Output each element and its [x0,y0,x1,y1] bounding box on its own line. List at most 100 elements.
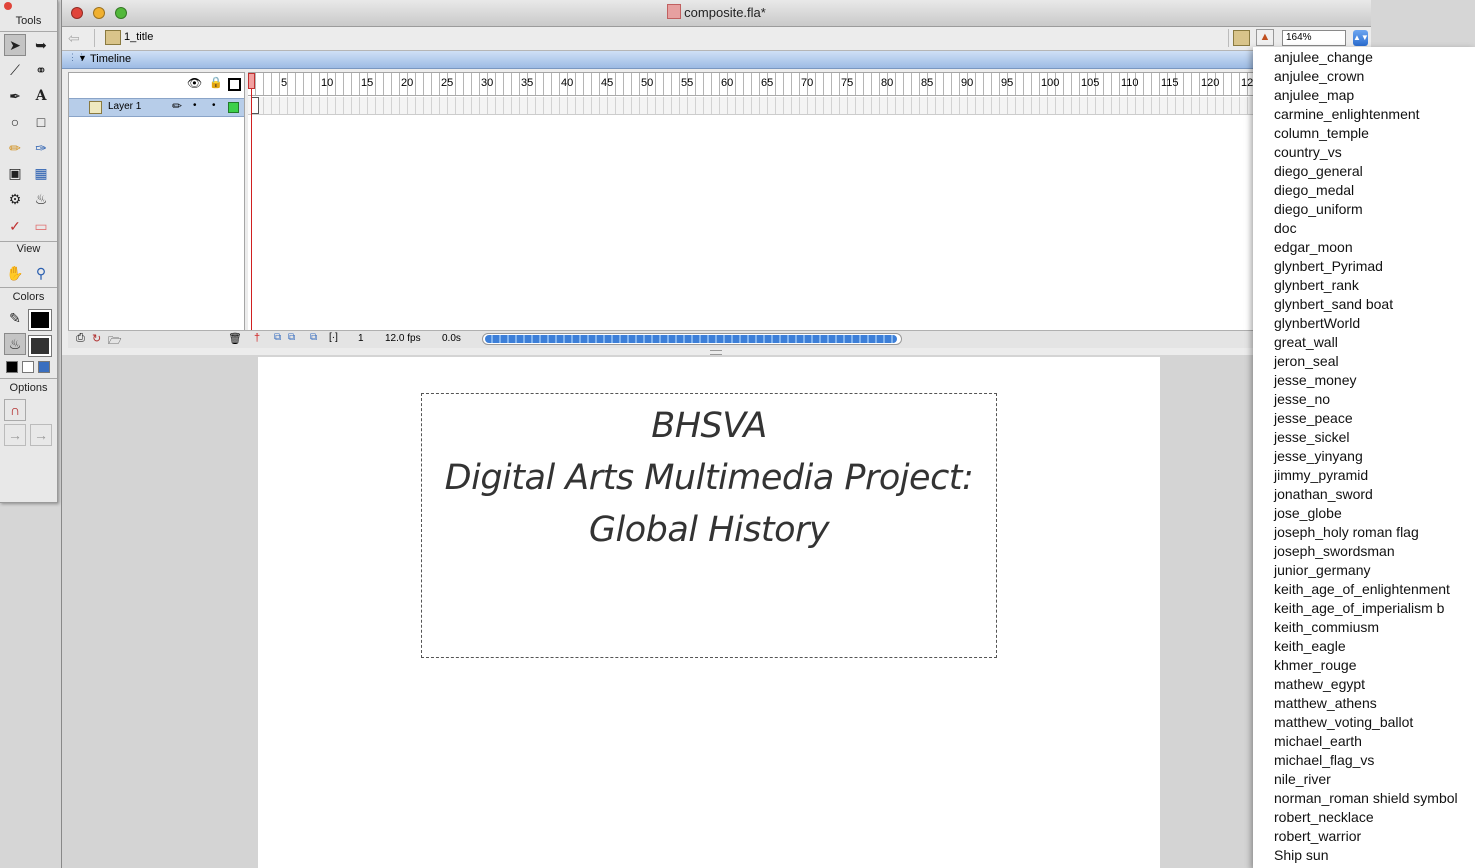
dropdown-item[interactable]: Ship sun [1253,846,1475,865]
playhead-icon[interactable] [248,73,255,89]
panel-close-icon[interactable] [4,2,12,10]
dropdown-item[interactable]: great_wall [1253,333,1475,352]
dropdown-item[interactable]: glynbert_sand boat [1253,295,1475,314]
edit-multiple-frames-icon[interactable]: ⧉ [310,332,317,343]
outline-color-swatch[interactable] [228,102,239,113]
timeline-header[interactable]: ⋮⋮ ▼ Timeline [62,51,1371,69]
zoom-tool-icon[interactable]: ⚲ [30,262,52,284]
onion-skin-icon[interactable]: ⧉ [274,332,281,343]
zoom-dropdown-icon[interactable]: ▲▼ [1353,30,1369,46]
layer-name[interactable]: Layer 1 [108,101,141,112]
dropdown-item[interactable]: jesse_peace [1253,409,1475,428]
dropdown-item[interactable]: country_vs [1253,143,1475,162]
layer-row[interactable]: Layer 1 ✏ • • [69,98,244,117]
edit-scene-icon[interactable] [1233,30,1250,46]
line-tool-icon[interactable]: ⟋ [4,59,26,81]
free-transform-tool-icon[interactable]: ▣ [4,162,26,184]
title-text-box[interactable]: BHSVA Digital Arts Multimedia Project: G… [421,393,997,658]
scene-name[interactable]: 1_title [124,31,153,43]
dropdown-item[interactable]: matthew_athens [1253,694,1475,713]
delete-layer-icon[interactable]: 🗑 [228,332,242,345]
dropdown-item[interactable]: column_temple [1253,124,1475,143]
dropdown-item[interactable]: matthew_voting_ballot [1253,713,1475,732]
dropdown-item[interactable]: keith_age_of_imperialism b [1253,599,1475,618]
dropdown-item[interactable]: junior_germany [1253,561,1475,580]
dropdown-item[interactable]: robert_warrior [1253,827,1475,846]
keyframe-icon[interactable] [251,97,259,114]
dropdown-item[interactable]: michael_flag_vs [1253,751,1475,770]
scrollbar-thumb[interactable] [485,335,897,343]
dropdown-item[interactable]: jimmy_pyramid [1253,466,1475,485]
pencil-tool-icon[interactable]: ✏ [4,137,26,159]
dropdown-item[interactable]: jesse_yinyang [1253,447,1475,466]
hand-tool-icon[interactable]: ✋ [4,262,26,284]
modify-onion-markers-icon[interactable]: [·] [329,332,338,343]
pen-tool-icon[interactable]: ✒ [4,85,26,107]
eraser-tool-icon[interactable]: ▭ [30,215,52,237]
add-motion-guide-icon[interactable]: ↻ [92,332,101,345]
dropdown-item[interactable]: anjulee_change [1253,48,1475,67]
ink-bottle-tool-icon[interactable]: ⚙ [4,188,26,210]
smooth-icon[interactable]: → [4,424,26,446]
visible-dot[interactable]: • [193,100,197,111]
dropdown-item[interactable]: joseph_holy roman flag [1253,523,1475,542]
frame-row[interactable] [248,97,1371,115]
dropdown-item[interactable]: michael_earth [1253,732,1475,751]
text-tool-icon[interactable]: A [30,85,52,107]
insert-layer-icon[interactable]: ⎙ [76,332,85,345]
dropdown-item[interactable]: jesse_no [1253,390,1475,409]
dropdown-item[interactable]: jeron_seal [1253,352,1475,371]
symbol-dropdown-list[interactable]: anjulee_change anjulee_crown anjulee_map ca… [1253,47,1475,868]
lock-dot[interactable]: • [212,100,216,111]
dropdown-item[interactable]: jesse_sickel [1253,428,1475,447]
black-white-icon[interactable] [6,361,18,373]
no-color-icon[interactable] [22,361,34,373]
dropdown-item[interactable]: carmine_enlightenment [1253,105,1475,124]
fill-color-swatch[interactable] [28,335,52,357]
rectangle-tool-icon[interactable]: □ [30,111,52,133]
selection-tool-icon[interactable]: ➤ [4,34,26,56]
frame-rate[interactable]: 12.0 fps [385,333,421,344]
horizontal-scrollbar[interactable] [482,333,902,345]
dropdown-item[interactable]: diego_medal [1253,181,1475,200]
dropdown-item[interactable]: norman_roman shield symbol [1253,789,1475,808]
stroke-color-swatch[interactable] [28,309,52,331]
outline-icon[interactable] [228,78,241,91]
dropdown-item[interactable]: joseph_swordsman [1253,542,1475,561]
eyedropper-tool-icon[interactable]: ✓ [4,215,26,237]
dropdown-item[interactable]: keith_eagle [1253,637,1475,656]
dropdown-item[interactable]: glynbertWorld [1253,314,1475,333]
dropdown-item[interactable]: anjulee_crown [1253,67,1475,86]
dropdown-item[interactable]: edgar_moon [1253,238,1475,257]
lock-icon[interactable]: 🔒 [209,76,223,89]
dropdown-item[interactable]: jose_globe [1253,504,1475,523]
stage[interactable]: BHSVA Digital Arts Multimedia Project: G… [258,357,1160,868]
dropdown-item[interactable]: diego_uniform [1253,200,1475,219]
lasso-tool-icon[interactable]: ⚭ [30,59,52,81]
dropdown-item[interactable]: khmer_rouge [1253,656,1475,675]
dropdown-item[interactable]: diego_general [1253,162,1475,181]
dropdown-item[interactable]: jonathan_sword [1253,485,1475,504]
dropdown-item[interactable]: nile_river [1253,770,1475,789]
onion-skin-outlines-icon[interactable]: ⧉ [288,332,295,343]
dropdown-item[interactable]: keith_age_of_enlightenment [1253,580,1475,599]
collapse-triangle-icon[interactable]: ▼ [78,53,87,63]
splitter-handle[interactable] [710,350,722,355]
insert-folder-icon[interactable]: 🗁 [108,332,122,351]
dropdown-item[interactable]: robert_necklace [1253,808,1475,827]
dropdown-item[interactable]: mathew_egypt [1253,675,1475,694]
gradient-transform-tool-icon[interactable]: ▦ [30,162,52,184]
zoom-field[interactable]: 164% [1282,30,1346,46]
dropdown-item[interactable]: glynbert_Pyrimad [1253,257,1475,276]
subselection-tool-icon[interactable]: ➥ [30,34,52,56]
edit-symbols-icon[interactable]: ▲ [1256,29,1274,46]
swap-colors-icon[interactable] [38,361,50,373]
snap-to-objects-icon[interactable]: ∩ [4,399,26,421]
dropdown-item[interactable]: doc [1253,219,1475,238]
brush-tool-icon[interactable]: ✑ [30,137,52,159]
eye-icon[interactable]: 👁 [187,76,202,90]
dropdown-item[interactable]: keith_commiusm [1253,618,1475,637]
center-frame-icon[interactable]: † [254,332,260,344]
dropdown-item[interactable]: jesse_money [1253,371,1475,390]
back-arrow-icon[interactable]: ⇦ [68,30,80,47]
